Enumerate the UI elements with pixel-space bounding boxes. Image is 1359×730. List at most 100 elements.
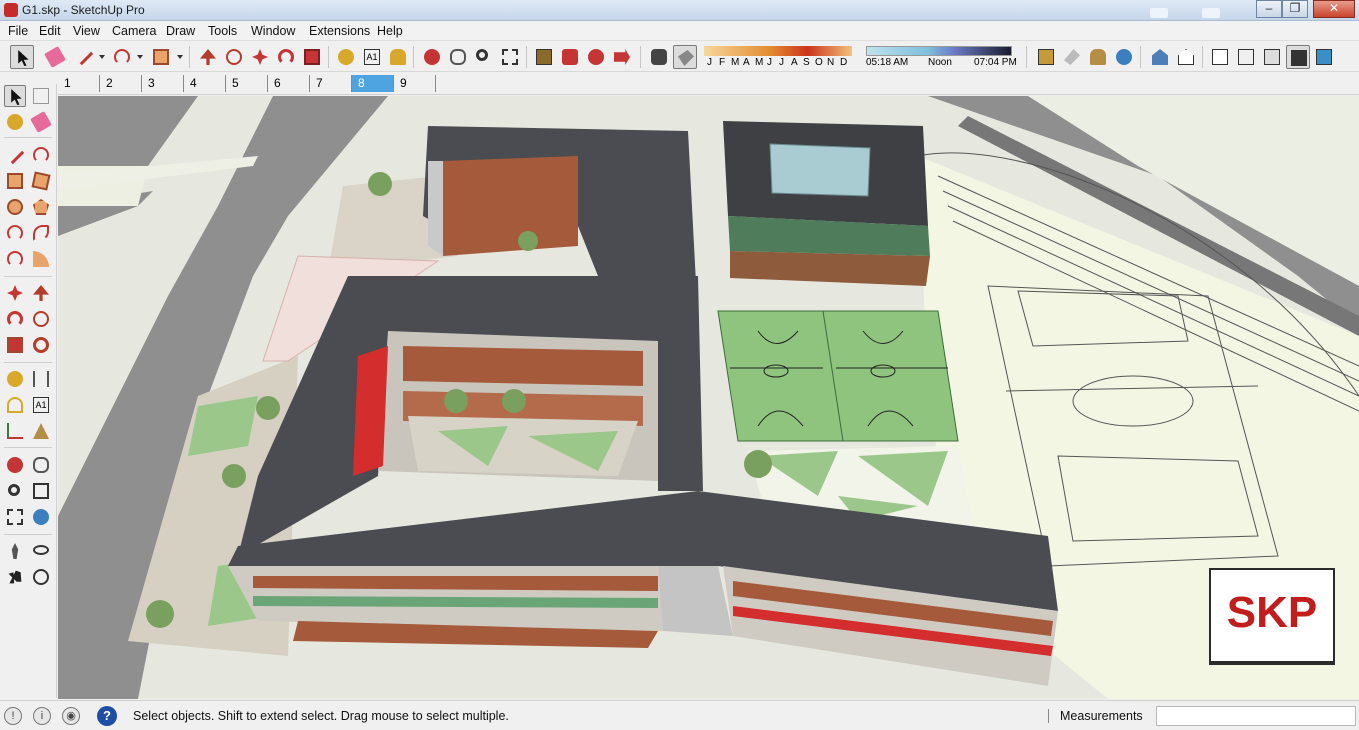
- arc-tool-dropdown-icon[interactable]: [137, 55, 143, 59]
- textured-style-button[interactable]: [1312, 45, 1336, 69]
- geo-location-button[interactable]: [1112, 45, 1136, 69]
- maximize-button[interactable]: ❐: [1282, 0, 1308, 18]
- palette-zoom-button[interactable]: [4, 480, 26, 502]
- palette-position-camera-button[interactable]: [4, 540, 26, 562]
- palette-rotate-button[interactable]: [4, 308, 26, 330]
- palette-tape-measure-button[interactable]: [4, 368, 26, 390]
- palette-3d-text-button[interactable]: [30, 420, 52, 442]
- palette-component-button[interactable]: [30, 85, 52, 107]
- palette-follow-me-button[interactable]: [30, 308, 52, 330]
- walk-button[interactable]: [1060, 45, 1084, 69]
- shadow-time-slider[interactable]: [866, 46, 1012, 56]
- palette-dimension-button[interactable]: [30, 368, 52, 390]
- menu-edit[interactable]: Edit: [39, 24, 61, 38]
- scene-tab-5[interactable]: 5: [226, 75, 268, 92]
- text-tool-button[interactable]: A1: [360, 45, 384, 69]
- menu-view[interactable]: View: [73, 24, 100, 38]
- model-viewport[interactable]: SKP: [58, 96, 1359, 699]
- palette-move-button[interactable]: [4, 282, 26, 304]
- palette-arc-button[interactable]: [4, 222, 26, 244]
- palette-rectangle-button[interactable]: [4, 170, 26, 192]
- user-account-icon[interactable]: ◉: [62, 707, 80, 725]
- palette-section-plane-button[interactable]: [30, 566, 52, 588]
- shadows-toggle-button[interactable]: [647, 45, 671, 69]
- shape-tool-dropdown-icon[interactable]: [177, 55, 183, 59]
- palette-freehand-button[interactable]: [30, 144, 52, 166]
- top-view-button[interactable]: [1174, 45, 1198, 69]
- scene-tab-8[interactable]: 8: [352, 75, 394, 92]
- palette-line-button[interactable]: [4, 144, 26, 166]
- palette-offset-button[interactable]: [30, 334, 52, 356]
- menu-extensions[interactable]: Extensions: [309, 24, 370, 38]
- palette-polygon-button[interactable]: [30, 196, 52, 218]
- palette-pan-button[interactable]: [30, 454, 52, 476]
- 3d-warehouse-button[interactable]: [532, 45, 556, 69]
- palette-push-pull-button[interactable]: [30, 282, 52, 304]
- section-plane-button[interactable]: [1034, 45, 1058, 69]
- palette-circle-button[interactable]: [4, 196, 26, 218]
- look-around-button[interactable]: [1086, 45, 1110, 69]
- palette-paint-button[interactable]: [4, 111, 26, 133]
- palette-select-button[interactable]: [4, 85, 26, 107]
- menu-tools[interactable]: Tools: [208, 24, 237, 38]
- iso-view-button[interactable]: [1148, 45, 1172, 69]
- shadow-month-slider[interactable]: [704, 46, 852, 56]
- scene-tab-1[interactable]: 1: [58, 75, 100, 92]
- menu-help[interactable]: Help: [377, 24, 403, 38]
- tape-measure-button[interactable]: [334, 45, 358, 69]
- palette-orbit-button[interactable]: [4, 454, 26, 476]
- pan-button[interactable]: [446, 45, 470, 69]
- help-icon[interactable]: ?: [97, 706, 117, 726]
- zoom-button[interactable]: [472, 45, 496, 69]
- follow-me-button[interactable]: [222, 45, 246, 69]
- select-tool-button[interactable]: [10, 45, 34, 69]
- menu-draw[interactable]: Draw: [166, 24, 195, 38]
- scene-tab-7[interactable]: 7: [310, 75, 352, 92]
- scene-tab-2[interactable]: 2: [100, 75, 142, 92]
- rotate-tool-button[interactable]: [274, 45, 298, 69]
- shape-tool-button[interactable]: [149, 45, 173, 69]
- zoom-extents-button[interactable]: [498, 45, 522, 69]
- palette-3pt-arc-button[interactable]: [4, 248, 26, 270]
- palette-axes-button[interactable]: [4, 420, 26, 442]
- palette-zoom-extents-button[interactable]: [4, 506, 26, 528]
- measurements-input[interactable]: [1156, 706, 1356, 726]
- palette-eraser-button[interactable]: [30, 111, 52, 133]
- palette-text-button[interactable]: A1: [30, 394, 52, 416]
- geo-location-status-icon[interactable]: !: [4, 707, 22, 725]
- move-tool-button[interactable]: [248, 45, 272, 69]
- credits-status-icon[interactable]: i: [33, 707, 51, 725]
- palette-scale-button[interactable]: [4, 334, 26, 356]
- palette-2pt-arc-button[interactable]: [30, 222, 52, 244]
- scene-tab-3[interactable]: 3: [142, 75, 184, 92]
- xray-style-button[interactable]: [1208, 45, 1232, 69]
- close-button[interactable]: ✕: [1313, 0, 1355, 18]
- menu-file[interactable]: File: [8, 24, 28, 38]
- line-tool-dropdown-icon[interactable]: [99, 55, 105, 59]
- wireframe-style-button[interactable]: [1234, 45, 1258, 69]
- eraser-tool-button[interactable]: [43, 45, 67, 69]
- scene-tab-4[interactable]: 4: [184, 75, 226, 92]
- minimize-button[interactable]: –: [1256, 0, 1282, 18]
- push-pull-button[interactable]: [196, 45, 220, 69]
- extension-warehouse-button[interactable]: [610, 45, 634, 69]
- palette-previous-view-button[interactable]: [30, 506, 52, 528]
- line-tool-button[interactable]: [72, 45, 96, 69]
- palette-walk-button[interactable]: [4, 566, 26, 588]
- arc-tool-button[interactable]: [110, 45, 134, 69]
- scene-tab-6[interactable]: 6: [268, 75, 310, 92]
- paint-bucket-button[interactable]: [386, 45, 410, 69]
- scale-tool-button[interactable]: [300, 45, 324, 69]
- menu-camera[interactable]: Camera: [112, 24, 156, 38]
- orbit-button[interactable]: [420, 45, 444, 69]
- palette-zoom-window-button[interactable]: [30, 480, 52, 502]
- share-component-button[interactable]: [584, 45, 608, 69]
- hidden-line-style-button[interactable]: [1260, 45, 1284, 69]
- palette-pie-button[interactable]: [30, 248, 52, 270]
- palette-rotated-rectangle-button[interactable]: [30, 170, 52, 192]
- palette-protractor-button[interactable]: [4, 394, 26, 416]
- shaded-style-button[interactable]: [1286, 45, 1310, 69]
- scene-tab-9[interactable]: 9: [394, 75, 436, 92]
- menu-window[interactable]: Window: [251, 24, 295, 38]
- palette-look-around-button[interactable]: [30, 540, 52, 562]
